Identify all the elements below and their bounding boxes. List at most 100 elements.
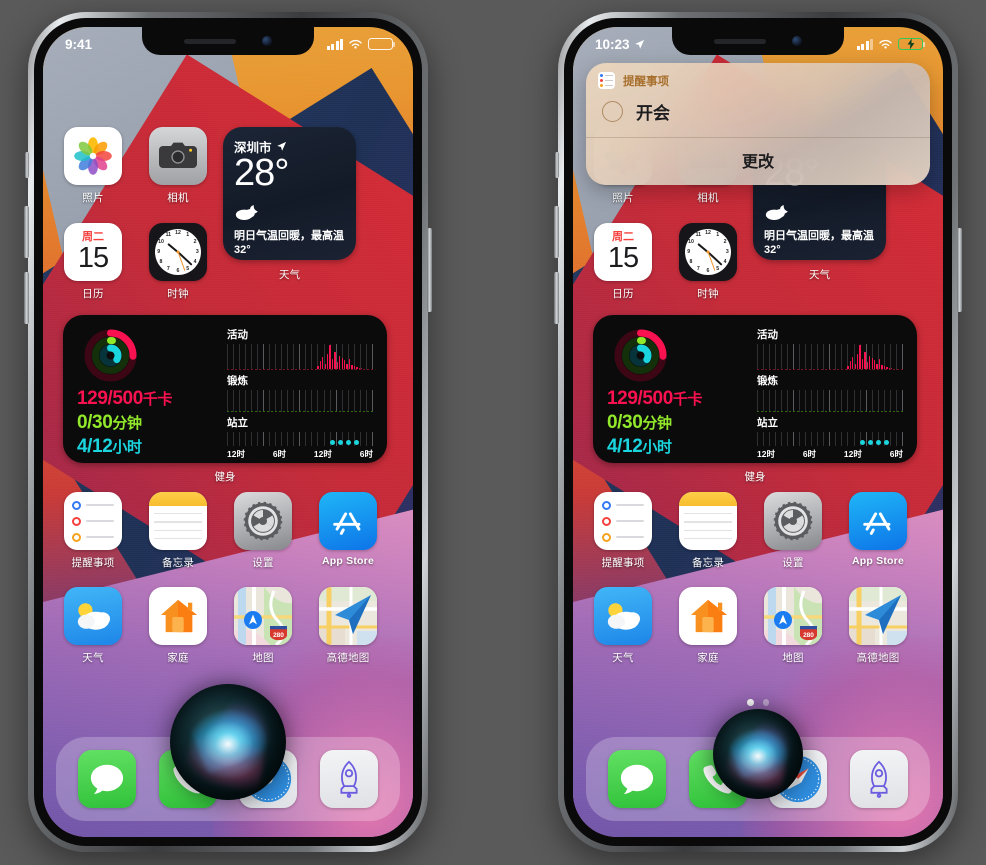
- fitness-charts: 活动 锻炼 站立 12时 6时 12时 6时: [227, 326, 373, 459]
- app-row-4: 天气 家庭 280 地图 高德地图: [593, 587, 908, 665]
- app-app-store[interactable]: App Store: [848, 492, 908, 570]
- fitness-widget-caption: 健身: [214, 471, 236, 483]
- app-label: 家庭: [697, 652, 719, 664]
- app-weather[interactable]: 天气: [593, 587, 653, 665]
- messages-icon[interactable]: [608, 750, 667, 808]
- charging-bolt-icon: [907, 38, 914, 50]
- phone-left: 9:41 照片 相机 深圳市 28° 明日气温回暖，最高温 32° 天气 周二 …: [24, 12, 432, 852]
- svg-text:280: 280: [273, 632, 284, 639]
- siri-orb[interactable]: [170, 684, 286, 800]
- app-app-store[interactable]: App Store: [318, 492, 378, 570]
- app-notes[interactable]: 备忘录: [148, 492, 208, 570]
- app-amap[interactable]: 高德地图: [848, 587, 908, 665]
- notes-icon: [679, 492, 737, 550]
- volume-down-button[interactable]: [24, 272, 29, 324]
- app-settings[interactable]: 设置: [233, 492, 293, 570]
- app-row-2: 周二 15 日历 12 1 23 45 67 8 9 10 11 时钟: [593, 223, 738, 301]
- app-amap[interactable]: 高德地图: [318, 587, 378, 665]
- app-notes[interactable]: 备忘录: [678, 492, 738, 570]
- fitness-stats: 129/500千卡 0/30分钟 4/12小时: [607, 326, 757, 457]
- earpiece-speaker: [714, 38, 766, 44]
- cellular-bars-icon: [326, 38, 343, 50]
- chart-dots: [860, 440, 889, 445]
- chart-bars: [757, 344, 903, 369]
- chart-title: 站立: [227, 417, 248, 429]
- chart-gridlines: [757, 390, 903, 412]
- fitness-widget[interactable]: 129/500千卡 0/30分钟 4/12小时 活动 锻炼 站立 12时 6时 …: [63, 315, 387, 463]
- notification-title: 开会: [636, 104, 670, 123]
- app-row-2: 周二 15 日历 12 1 23 45 67 8 9 10 11 时钟: [63, 223, 208, 301]
- activity-rings-icon: [83, 328, 138, 383]
- power-button[interactable]: [957, 228, 962, 312]
- notification-body: 开会: [586, 93, 930, 137]
- app-store-icon: [319, 492, 377, 550]
- volume-up-button[interactable]: [24, 206, 29, 258]
- clock-icon: 12 1 23 45 67 89 10 11: [679, 223, 737, 281]
- app-maps[interactable]: 280 地图: [763, 587, 823, 665]
- status-bar-right: [326, 34, 396, 50]
- home-screen-left: 照片 相机 深圳市 28° 明日气温回暖，最高温 32° 天气 周二 15 日历…: [43, 27, 413, 837]
- power-button[interactable]: [427, 228, 432, 312]
- app-label: 天气: [82, 652, 104, 664]
- camera-icon: [149, 127, 207, 185]
- silent-switch[interactable]: [25, 152, 29, 178]
- weather-widget[interactable]: 深圳市 28° 明: [223, 127, 356, 260]
- amap-icon: [319, 587, 377, 645]
- rocket-icon[interactable]: [319, 750, 378, 808]
- volume-up-button[interactable]: [554, 206, 559, 258]
- app-label: 日历: [82, 288, 104, 300]
- home-app-icon: [149, 587, 207, 645]
- app-calendar[interactable]: 周二 15 日历: [593, 223, 653, 301]
- fitness-stat-move: 129/500千卡: [77, 388, 173, 409]
- messages-icon[interactable]: [78, 750, 137, 808]
- fitness-widget[interactable]: 129/500千卡 0/30分钟 4/12小时 活动 锻炼 站立 12时 6时 …: [593, 315, 917, 463]
- phone-bezel: 9:41 照片 相机 深圳市 28° 明日气温回暖，最高温 32° 天气 周二 …: [34, 18, 422, 846]
- maps-icon: 280: [234, 587, 292, 645]
- app-photos[interactable]: 照片: [63, 127, 123, 205]
- chart-title: 锻炼: [757, 375, 778, 387]
- settings-icon: [234, 492, 292, 550]
- app-weather[interactable]: 天气: [63, 587, 123, 665]
- chart-title: 站立: [757, 417, 778, 429]
- app-clock[interactable]: 12 1 23 45 67 89 10 11 时钟: [148, 223, 208, 301]
- app-settings[interactable]: 设置: [763, 492, 823, 570]
- fitness-stat-stand: 4/12小时: [77, 435, 142, 457]
- notification-action-button[interactable]: 更改: [586, 138, 930, 185]
- front-camera-icon: [262, 36, 272, 46]
- page-indicator[interactable]: [573, 699, 943, 706]
- chart-baseline: [757, 411, 903, 412]
- battery-icon: [368, 38, 396, 50]
- reminders-icon: [594, 492, 652, 550]
- fitness-stat-move: 129/500千卡: [607, 388, 703, 409]
- partly-cloudy-night-icon: [234, 203, 345, 226]
- circle-checkbox-icon[interactable]: [602, 101, 623, 122]
- volume-down-button[interactable]: [554, 272, 559, 324]
- app-label: 时钟: [697, 288, 719, 300]
- app-reminders[interactable]: 提醒事项: [63, 492, 123, 570]
- amap-icon: [849, 587, 907, 645]
- app-home[interactable]: 家庭: [678, 587, 738, 665]
- notification-app-name: 提醒事项: [623, 75, 669, 88]
- app-reminders[interactable]: 提醒事项: [593, 492, 653, 570]
- app-calendar[interactable]: 周二 15 日历: [63, 223, 123, 301]
- app-clock[interactable]: 12 1 23 45 67 89 10 11 时钟: [678, 223, 738, 301]
- wifi-icon: [879, 39, 892, 49]
- silent-switch[interactable]: [555, 152, 559, 178]
- svg-text:280: 280: [803, 632, 814, 639]
- location-arrow-icon: [276, 141, 286, 151]
- app-label: 设置: [252, 557, 274, 569]
- siri-orb[interactable]: [713, 709, 803, 799]
- app-maps[interactable]: 280 地图: [233, 587, 293, 665]
- weather-widget-caption: 天气: [279, 269, 300, 281]
- notification-banner[interactable]: 提醒事项 开会 更改: [586, 63, 930, 185]
- home-app-icon: [679, 587, 737, 645]
- rocket-icon[interactable]: [849, 750, 908, 808]
- app-label: 照片: [612, 192, 634, 204]
- app-label: App Store: [322, 555, 374, 567]
- notification-header: 提醒事项: [586, 63, 930, 93]
- app-home[interactable]: 家庭: [148, 587, 208, 665]
- chart-baseline: [227, 411, 373, 412]
- app-row-3: 提醒事项 备忘录 设置 App Store: [593, 492, 908, 570]
- phone-right: 10:23 照片 相机 明日气温回暖，最高温 32° 天气 周二 15 日历 1…: [554, 12, 962, 852]
- app-camera[interactable]: 相机: [148, 127, 208, 205]
